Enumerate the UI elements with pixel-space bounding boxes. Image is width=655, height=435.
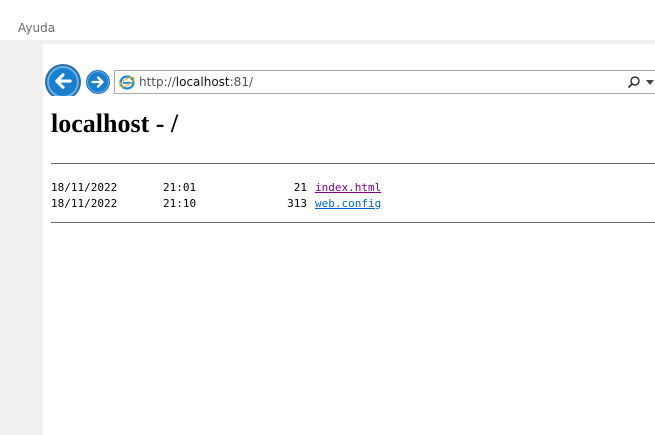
file-link[interactable]: web.config bbox=[315, 196, 381, 212]
file-date: 18/11/2022 bbox=[51, 197, 118, 210]
back-arrow-icon bbox=[55, 73, 72, 89]
menu-item-help[interactable]: Ayuda bbox=[18, 21, 55, 35]
search-icon[interactable] bbox=[627, 75, 641, 89]
file-date: 18/11/2022 bbox=[51, 181, 118, 194]
ie-logo-icon bbox=[119, 75, 135, 90]
file-time: 21:10 bbox=[163, 197, 197, 210]
url-text[interactable]: http://localhost:81/ bbox=[139, 75, 253, 89]
divider bbox=[51, 222, 655, 223]
file-time: 21:01 bbox=[163, 181, 197, 194]
toolbar-divider bbox=[43, 40, 655, 44]
file-link[interactable]: index.html bbox=[315, 180, 381, 196]
page-title: localhost - / bbox=[51, 109, 179, 138]
file-size: 21 bbox=[293, 181, 307, 194]
nav-overlap bbox=[43, 96, 85, 104]
chevron-down-icon[interactable] bbox=[646, 80, 654, 85]
file-size: 313 bbox=[287, 197, 307, 210]
address-bar[interactable]: http://localhost:81/ bbox=[114, 70, 655, 94]
left-panel bbox=[0, 40, 43, 435]
menu-bar: s Ayuda bbox=[0, 18, 655, 40]
forward-arrow-icon bbox=[91, 76, 104, 88]
divider bbox=[51, 163, 655, 164]
url-scheme: http:// bbox=[139, 75, 176, 89]
url-host: localhost bbox=[175, 75, 230, 89]
back-button[interactable] bbox=[45, 64, 81, 100]
url-port: :81/ bbox=[229, 75, 253, 89]
forward-button[interactable] bbox=[86, 70, 110, 94]
